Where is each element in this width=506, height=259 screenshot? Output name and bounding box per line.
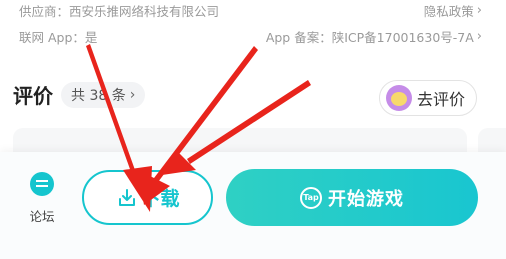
chat-bubble-icon bbox=[30, 172, 54, 196]
download-icon bbox=[119, 188, 136, 206]
app-record-label: App 备案：陕ICP备17001630号-7A bbox=[265, 29, 474, 45]
start-game-label: 开始游戏 bbox=[328, 188, 404, 210]
start-game-button[interactable]: Tap 开始游戏 bbox=[226, 169, 478, 226]
go-review-label: 去评价 bbox=[417, 90, 466, 109]
review-count-label: 共 38 条 bbox=[71, 87, 126, 104]
download-button[interactable]: 下载 bbox=[82, 170, 213, 225]
chevron-right-icon: › bbox=[129, 86, 136, 103]
supplier-row: 供应商：西安乐推网络科技有限公司 隐私政策 › bbox=[19, 0, 482, 20]
privacy-policy-link[interactable]: 隐私政策 › bbox=[424, 1, 482, 20]
network-text: 联网 App：是 bbox=[19, 29, 98, 45]
download-label: 下载 bbox=[141, 188, 180, 210]
network-row: 联网 App：是 App 备案：陕ICP备17001630号-7A › bbox=[19, 26, 482, 46]
forum-button[interactable]: 论坛 bbox=[22, 172, 62, 225]
supplier-text: 供应商：西安乐推网络科技有限公司 bbox=[19, 3, 220, 19]
forum-label: 论坛 bbox=[29, 209, 55, 224]
review-header: 评价 共 38 条 › bbox=[13, 80, 146, 109]
review-title: 评价 bbox=[13, 84, 53, 108]
chevron-right-icon: › bbox=[476, 28, 482, 44]
go-review-button[interactable]: 去评价 bbox=[379, 80, 477, 116]
app-record-link[interactable]: App 备案：陕ICP备17001630号-7A › bbox=[266, 27, 482, 46]
taptap-icon: Tap bbox=[300, 186, 322, 209]
privacy-policy-label: 隐私政策 bbox=[423, 3, 474, 19]
review-emoji-icon bbox=[386, 85, 412, 111]
chevron-right-icon: › bbox=[476, 2, 482, 18]
review-count-chip[interactable]: 共 38 条 › bbox=[61, 81, 146, 108]
